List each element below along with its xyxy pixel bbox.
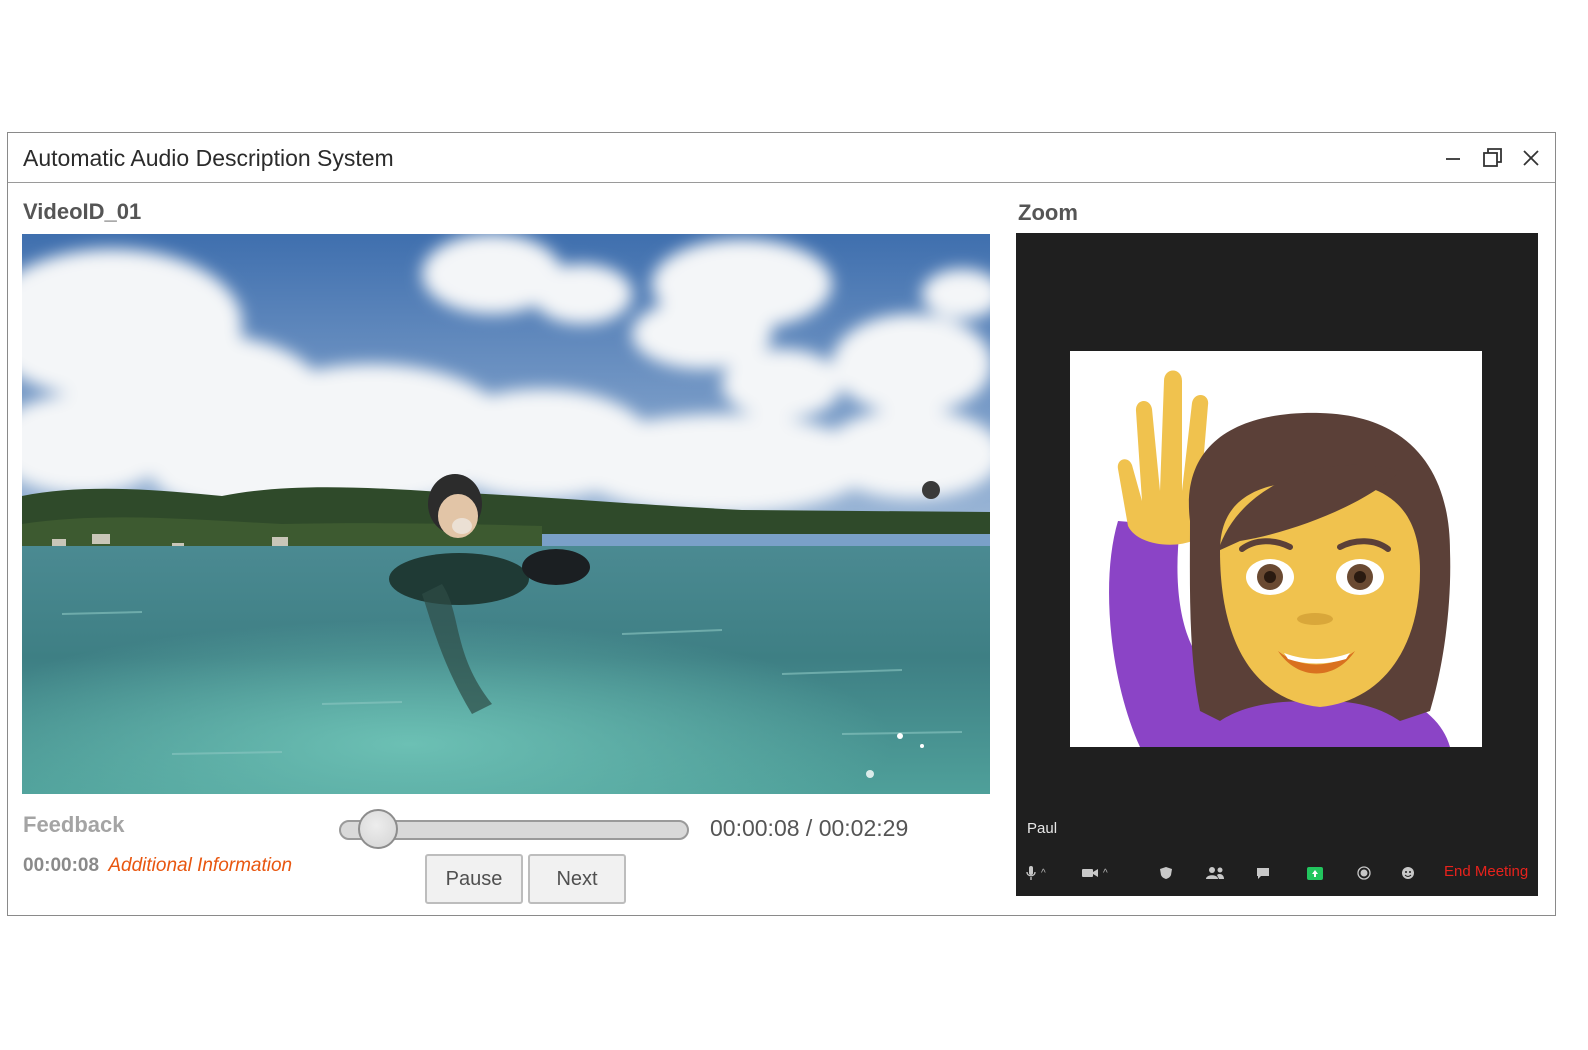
- participants-icon[interactable]: [1206, 863, 1226, 883]
- zoom-meeting-panel: Paul ^ ^ End Meeting: [1016, 233, 1538, 896]
- feedback-timestamp: 00:00:08: [23, 855, 100, 876]
- app-window: Automatic Audio Description System Video…: [7, 132, 1556, 916]
- video-camera-icon[interactable]: ^: [1082, 863, 1108, 883]
- participant-video: [1070, 351, 1482, 747]
- microphone-icon[interactable]: ^: [1026, 863, 1046, 883]
- pause-button[interactable]: Pause: [425, 854, 523, 904]
- slider-thumb[interactable]: [358, 809, 398, 849]
- security-shield-icon[interactable]: [1159, 863, 1173, 883]
- zoom-label: Zoom: [1018, 200, 1078, 225]
- share-screen-icon[interactable]: [1307, 863, 1323, 883]
- close-icon[interactable]: [1516, 143, 1546, 173]
- feedback-entry: 00:00:08 Additional Information: [23, 855, 292, 877]
- window-title: Automatic Audio Description System: [23, 145, 394, 171]
- time-display: 00:00:08 / 00:02:29: [710, 815, 909, 841]
- next-button[interactable]: Next: [528, 854, 626, 904]
- reactions-icon[interactable]: [1401, 863, 1415, 883]
- participant-name: Paul: [1027, 820, 1058, 837]
- woman-raising-hand-emoji: [1109, 370, 1451, 747]
- restore-icon[interactable]: [1477, 143, 1507, 173]
- additional-information-link[interactable]: Additional Information: [108, 855, 292, 876]
- minimize-icon[interactable]: [1438, 143, 1468, 173]
- chat-icon[interactable]: [1256, 863, 1270, 883]
- title-bar: Automatic Audio Description System: [8, 133, 1555, 183]
- video-id-label: VideoID_01: [23, 199, 142, 224]
- video-player[interactable]: [22, 234, 990, 794]
- feedback-label: Feedback: [23, 812, 125, 837]
- record-icon[interactable]: [1357, 863, 1371, 883]
- zoom-toolbar: ^ ^ End Meeting: [1016, 858, 1538, 888]
- end-meeting-button[interactable]: End Meeting: [1444, 863, 1528, 880]
- ocean-surfer-video-frame: [22, 234, 990, 794]
